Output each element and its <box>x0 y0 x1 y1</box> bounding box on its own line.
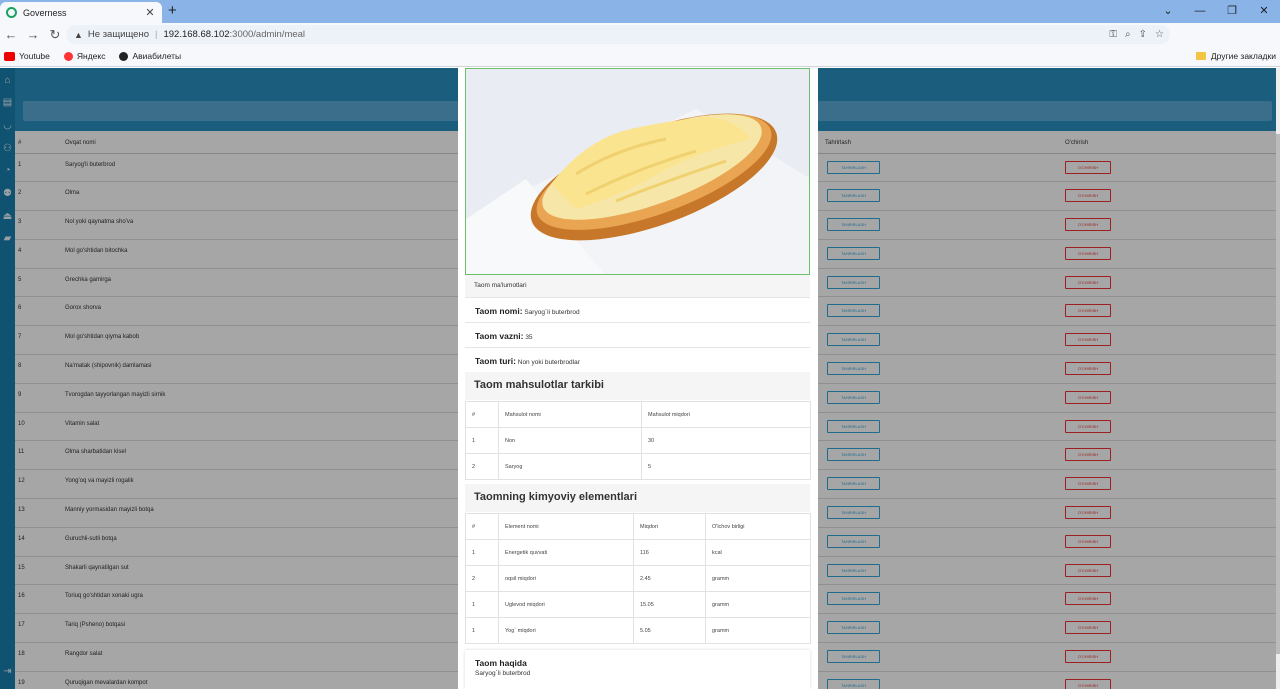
omnibox-icons: ⚿ ⌕ ⇪ ☆ <box>1109 25 1164 44</box>
element-name: Energetik quvvati <box>498 539 634 566</box>
browser-tabstrip: Governess ✕ + ⌄ — ❐ ✕ <box>0 0 1280 23</box>
meal-weight-label: Taom vazni: <box>475 331 524 341</box>
admin-page: # Ovqat nomi Tahrirlash O'chirish 1 Saryo… <box>0 68 1280 689</box>
address-bar[interactable]: ▲ Не защищено | 192.168.68.102:3000/admi… <box>66 25 1170 44</box>
other-bookmarks-label: Другие закладки <box>1210 51 1276 61</box>
element-unit: gramm <box>705 565 811 592</box>
product-num: 1 <box>465 427 499 454</box>
meal-photo <box>465 68 810 275</box>
element-unit: kcal <box>705 539 811 566</box>
product-amount: 30 <box>641 427 811 454</box>
url-host: 192.168.68.102 <box>163 29 230 40</box>
about-meal-card: Taom haqida Saryog`li buterbrod <box>465 650 810 689</box>
meal-name-value: Saryog`li buterbrod <box>524 309 580 316</box>
products-section-title: Taom mahsulotlar tarkibi <box>465 372 810 400</box>
table-row: 1 Energetik quvvati 116 kcal <box>465 539 811 566</box>
warning-icon[interactable]: ▲ <box>74 30 83 40</box>
elements-col-amount: Miqdori <box>633 513 706 540</box>
element-name: oqsil miqdori <box>498 565 634 592</box>
globe-icon <box>119 51 129 61</box>
element-amount: 15.05 <box>633 591 706 618</box>
products-col-num: # <box>465 401 499 428</box>
meal-type-label: Taom turi: <box>475 356 516 366</box>
divider: | <box>155 29 158 40</box>
product-num: 2 <box>465 453 499 480</box>
bookmark-aviabilety[interactable]: Авиабилеты <box>119 51 181 61</box>
element-name: Uglevod miqdori <box>498 591 634 618</box>
meal-weight-value: 35 <box>525 334 533 341</box>
bookmark-label: Youtube <box>19 51 50 61</box>
meal-name-row: Taom nomi: Saryog`li buterbrod <box>465 297 810 322</box>
meal-weight-row: Taom vazni: 35 <box>465 322 810 347</box>
bookmark-label: Авиабилеты <box>132 51 182 61</box>
products-table: # Mahsulot nomi Mahsulot miqdori 1 Non 30 2… <box>465 401 811 480</box>
elements-col-num: # <box>465 513 499 540</box>
table-row: 1 Yog` miqdori 5.05 gramm <box>465 617 811 644</box>
minimize-icon[interactable]: — <box>1184 0 1216 23</box>
youtube-icon <box>4 51 15 61</box>
element-unit: gramm <box>705 617 811 644</box>
bookmarks-bar: Youtube Яндекс Авиабилеты Другие закладк… <box>0 46 1280 67</box>
bookmark-youtube[interactable]: Youtube <box>4 51 50 61</box>
product-name: Saryog <box>498 453 642 480</box>
element-name: Yog` miqdori <box>498 617 634 644</box>
product-name: Non <box>498 427 642 454</box>
element-amount: 2.45 <box>633 565 706 592</box>
scrollbar-thumb[interactable] <box>1276 134 1280 654</box>
elements-table: # Element nomi Miqdori O'lchov birligi 1… <box>465 513 811 644</box>
meal-type-row: Taom turi: Non yoki buterbrodlar <box>465 347 810 372</box>
bookmark-label: Яндекс <box>76 51 106 61</box>
products-col-name: Mahsulot nomi <box>498 401 642 428</box>
table-header-row: # Mahsulot nomi Mahsulot miqdori <box>465 401 811 428</box>
reload-icon[interactable]: ↻ <box>44 27 66 43</box>
key-icon[interactable]: ⚿ <box>1109 29 1117 40</box>
meal-info-header: Taom ma'lumotlari <box>465 275 810 297</box>
folder-icon <box>1195 52 1206 60</box>
url-path: :3000/admin/meal <box>229 29 306 40</box>
governess-favicon-icon <box>6 7 17 18</box>
butter-sandwich-image <box>466 69 809 274</box>
meal-name-label: Taom nomi: <box>475 306 523 316</box>
element-amount: 116 <box>633 539 706 566</box>
browser-toolbar: ← → ↻ ▲ Не защищено | 192.168.68.102:300… <box>0 23 1280 62</box>
about-text: Saryog`li buterbrod <box>475 670 531 677</box>
back-icon[interactable]: ← <box>0 27 22 42</box>
product-amount: 5 <box>641 453 811 480</box>
elements-section-title: Taomning kimyoviy elementlari <box>465 484 810 512</box>
yandex-icon <box>63 51 73 61</box>
meal-detail-modal: Taom ma'lumotlari Taom nomi: Saryog`li b… <box>458 68 818 689</box>
zoom-icon[interactable]: ⌕ <box>1125 29 1131 40</box>
element-unit: gramm <box>705 591 811 618</box>
about-title: Taom haqida <box>475 658 527 668</box>
security-label: Не защищено <box>87 29 149 40</box>
new-tab-icon[interactable]: + <box>168 2 177 19</box>
bookmark-yandex[interactable]: Яндекс <box>63 51 106 61</box>
restore-icon[interactable]: ❐ <box>1216 0 1248 23</box>
table-row: 1 Uglevod miqdori 15.05 gramm <box>465 591 811 618</box>
element-num: 1 <box>465 617 499 644</box>
share-icon[interactable]: ⇪ <box>1139 29 1147 40</box>
forward-icon[interactable]: → <box>22 27 44 42</box>
element-num: 1 <box>465 539 499 566</box>
elements-col-name: Element nomi <box>498 513 634 540</box>
table-row: 1 Non 30 <box>465 427 811 454</box>
other-bookmarks[interactable]: Другие закладки <box>1195 51 1276 61</box>
close-window-icon[interactable]: ✕ <box>1248 0 1280 23</box>
page-scrollbar[interactable] <box>1276 68 1280 689</box>
element-num: 1 <box>465 591 499 618</box>
table-row: 2 oqsil miqdori 2.45 gramm <box>465 565 811 592</box>
star-icon[interactable]: ☆ <box>1155 29 1164 40</box>
element-amount: 5.05 <box>633 617 706 644</box>
table-row: 2 Saryog 5 <box>465 453 811 480</box>
browser-tab[interactable]: Governess ✕ <box>0 2 162 23</box>
close-tab-icon[interactable]: ✕ <box>144 6 156 19</box>
products-col-amount: Mahsulot miqdori <box>641 401 811 428</box>
tab-search-icon[interactable]: ⌄ <box>1152 0 1184 23</box>
meal-type-value: Non yoki buterbrodlar <box>517 359 580 366</box>
elements-col-unit: O'lchov birligi <box>705 513 811 540</box>
element-num: 2 <box>465 565 499 592</box>
tab-title: Governess <box>23 7 67 18</box>
window-controls: ⌄ — ❐ ✕ <box>1152 0 1280 23</box>
table-header-row: # Element nomi Miqdori O'lchov birligi <box>465 513 811 540</box>
